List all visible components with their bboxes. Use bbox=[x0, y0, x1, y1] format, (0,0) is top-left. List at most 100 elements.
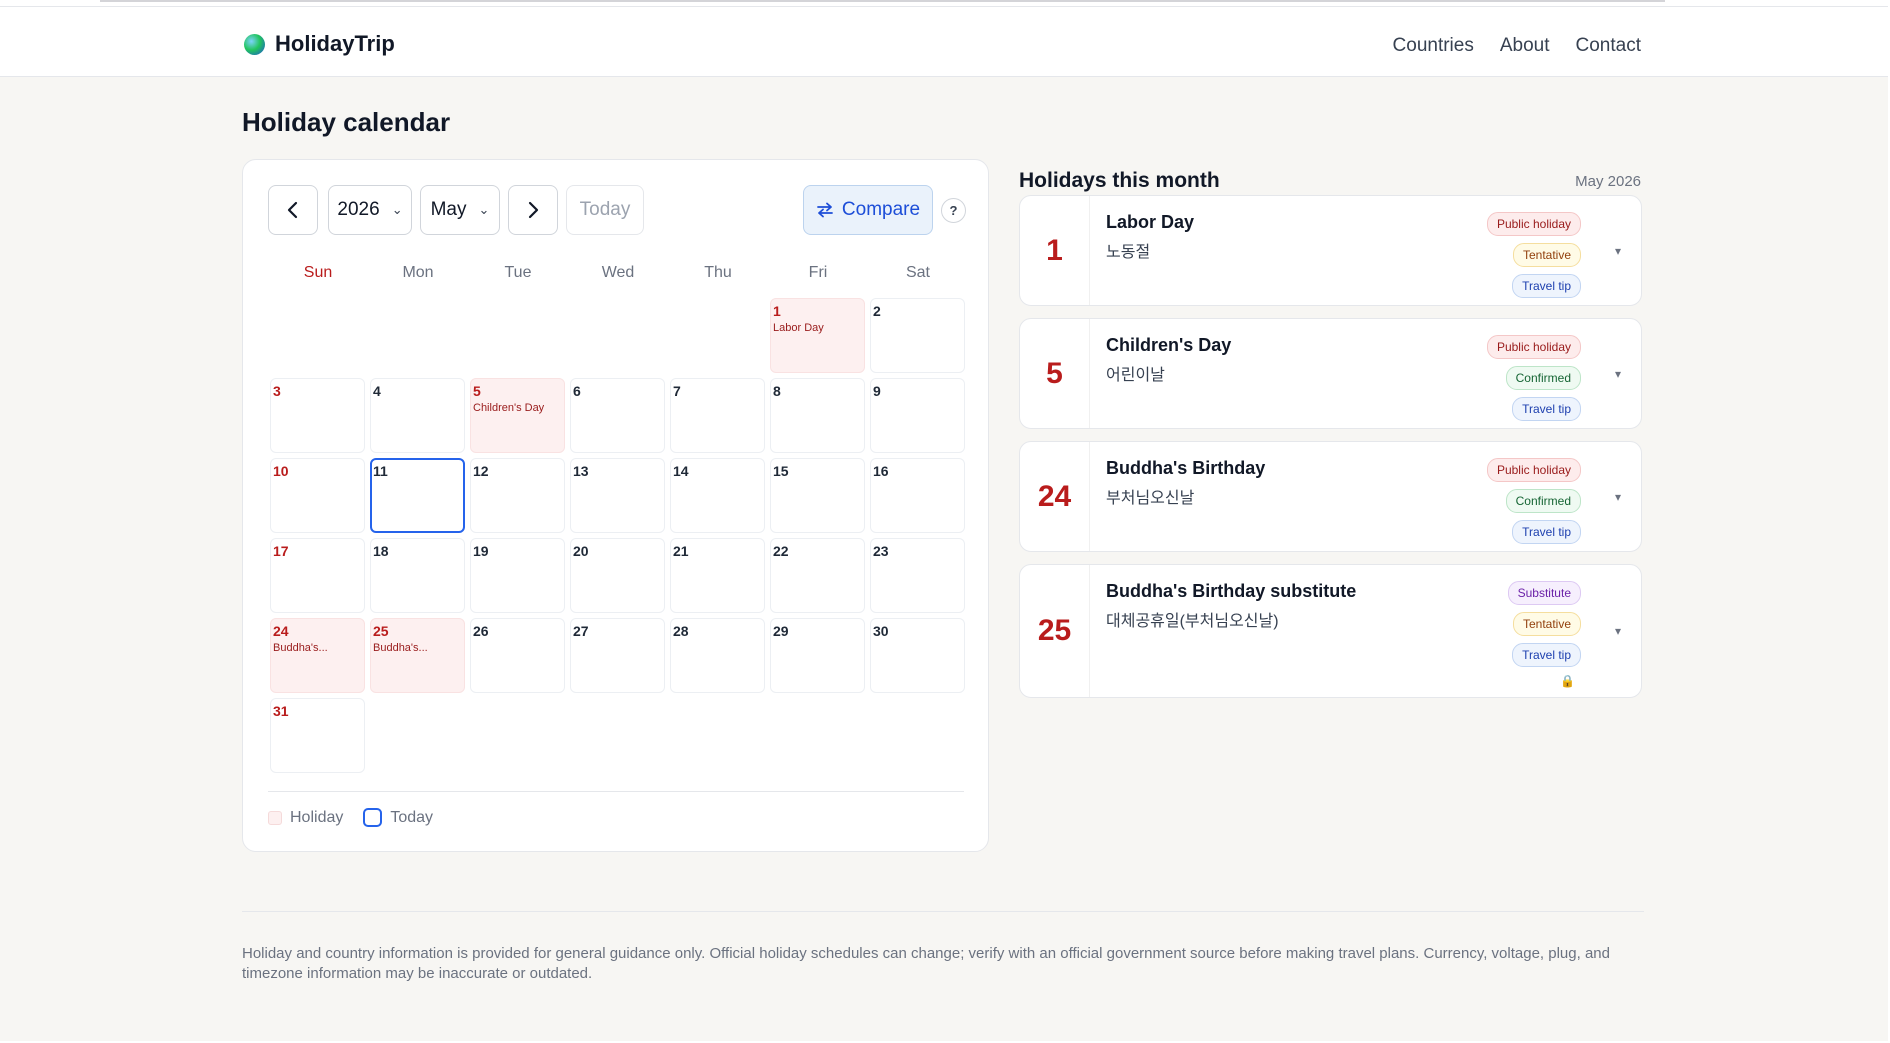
day-number: 11 bbox=[373, 463, 388, 479]
day-cell[interactable]: 12 bbox=[468, 456, 568, 536]
holiday-tags: Substitute Tentative Travel tip 🔒 bbox=[1507, 581, 1581, 688]
brand-name: HolidayTrip bbox=[275, 31, 395, 56]
compare-button[interactable]: Compare bbox=[803, 185, 933, 235]
empty-cell bbox=[268, 296, 368, 376]
page-title: Holiday calendar bbox=[242, 107, 451, 137]
legend-divider bbox=[268, 791, 964, 792]
day-cell[interactable]: 28 bbox=[668, 616, 768, 696]
caret-down-icon[interactable]: ▾ bbox=[1615, 490, 1621, 504]
holiday-day: 24 bbox=[1020, 442, 1090, 551]
holiday-name: Buddha's Birthday substitute bbox=[1106, 581, 1357, 601]
nav-contact[interactable]: Contact bbox=[1576, 35, 1641, 57]
day-cell[interactable]: 30 bbox=[868, 616, 968, 696]
day-cell[interactable]: 27 bbox=[568, 616, 668, 696]
day-cell[interactable]: 31 bbox=[268, 696, 368, 776]
weekday-sun: Sun bbox=[303, 264, 333, 281]
day-cell[interactable]: 9 bbox=[868, 376, 968, 456]
day-cell-box bbox=[370, 378, 465, 453]
next-month-button[interactable] bbox=[508, 185, 558, 235]
lock-icon: 🔒 bbox=[1560, 674, 1575, 688]
caret-down-icon[interactable]: ▾ bbox=[1615, 244, 1621, 258]
day-cell[interactable]: 24 Buddha's... bbox=[268, 616, 368, 696]
weekday-tue: Tue bbox=[504, 264, 532, 281]
day-cell[interactable]: 20 bbox=[568, 536, 668, 616]
holiday-local-name: 대체공휴일(부처님오신날) bbox=[1106, 613, 1279, 630]
day-cell-box bbox=[270, 378, 365, 453]
day-cell[interactable]: 16 bbox=[868, 456, 968, 536]
day-number: 25 bbox=[373, 623, 389, 639]
top-border-line bbox=[100, 0, 1665, 2]
day-cell[interactable]: 14 bbox=[668, 456, 768, 536]
day-cell[interactable]: 2 bbox=[868, 296, 968, 376]
day-cell[interactable]: 5 Children's Day bbox=[468, 376, 568, 456]
day-cell[interactable]: 18 bbox=[368, 536, 468, 616]
day-cell-box bbox=[870, 298, 965, 373]
prev-month-button[interactable] bbox=[268, 185, 318, 235]
brand-logo[interactable]: HolidayTrip bbox=[244, 31, 395, 57]
day-number: 5 bbox=[473, 383, 481, 399]
month-select[interactable]: May ⌄ bbox=[420, 185, 500, 235]
holiday-card[interactable]: 5 Children's Day 어린이날 Public holiday Confirm… bbox=[1019, 318, 1642, 429]
weekday-sat: Sat bbox=[905, 264, 930, 281]
holiday-card[interactable]: 25 Buddha's Birthday substitute 대체공휴일(부처님오… bbox=[1019, 564, 1642, 698]
holiday-list-title: Holidays this month bbox=[1019, 169, 1220, 192]
day-cell[interactable]: 11 bbox=[368, 456, 468, 536]
calendar-grid: 1 Labor Day 2 3 4 5 Children's Day 6 7 8 9 10 11 12 13… bbox=[268, 296, 968, 776]
holiday-card[interactable]: 1 Labor Day 노동절 Public holiday Tentative Trav… bbox=[1019, 195, 1642, 306]
day-cell[interactable]: 8 bbox=[768, 376, 868, 456]
holiday-tag-tip: Travel tip bbox=[1512, 274, 1581, 298]
day-number: 29 bbox=[773, 623, 789, 639]
calendar-toolbar: 2026 ⌄ May ⌄ Today Compare ? bbox=[268, 185, 966, 235]
holiday-card[interactable]: 24 Buddha's Birthday 부처님오신날 Public holiday C… bbox=[1019, 441, 1642, 552]
caret-down-icon[interactable]: ▾ bbox=[1615, 624, 1621, 638]
day-cell[interactable]: 10 bbox=[268, 456, 368, 536]
holiday-tag-tentative: Tentative bbox=[1512, 612, 1581, 636]
day-cell[interactable]: 4 bbox=[368, 376, 468, 456]
day-cell[interactable]: 29 bbox=[768, 616, 868, 696]
chevron-down-icon: ⌄ bbox=[478, 202, 490, 217]
empty-cell bbox=[368, 296, 468, 376]
day-cell[interactable]: 6 bbox=[568, 376, 668, 456]
holiday-tag-public: Public holiday bbox=[1486, 335, 1581, 359]
holiday-tag-tip: Travel tip bbox=[1512, 643, 1581, 667]
day-number: 31 bbox=[273, 703, 289, 719]
day-number: 13 bbox=[573, 463, 589, 479]
day-number: 12 bbox=[473, 463, 489, 479]
day-cell[interactable]: 1 Labor Day bbox=[768, 296, 868, 376]
day-cell-box bbox=[670, 378, 765, 453]
caret-down-icon[interactable]: ▾ bbox=[1615, 367, 1621, 381]
day-number: 10 bbox=[273, 463, 289, 479]
day-cell[interactable]: 23 bbox=[868, 536, 968, 616]
year-select[interactable]: 2026 ⌄ bbox=[328, 185, 412, 235]
day-cell[interactable]: 15 bbox=[768, 456, 868, 536]
holiday-list-month: May 2026 bbox=[1575, 173, 1641, 190]
day-number: 28 bbox=[673, 623, 689, 639]
holiday-name: Labor Day bbox=[1106, 212, 1195, 232]
day-cell[interactable]: 25 Buddha's... bbox=[368, 616, 468, 696]
weekday-fri: Fri bbox=[808, 264, 828, 281]
day-cell-box bbox=[470, 378, 565, 453]
weekday-wed: Wed bbox=[601, 264, 635, 281]
day-cell[interactable]: 21 bbox=[668, 536, 768, 616]
holiday-day: 25 bbox=[1020, 565, 1090, 697]
today-button[interactable]: Today bbox=[566, 185, 644, 235]
day-cell[interactable]: 26 bbox=[468, 616, 568, 696]
nav-countries[interactable]: Countries bbox=[1393, 35, 1474, 57]
day-number: 17 bbox=[273, 543, 289, 559]
day-cell[interactable]: 3 bbox=[268, 376, 368, 456]
help-button[interactable]: ? bbox=[941, 198, 966, 223]
day-cell[interactable]: 13 bbox=[568, 456, 668, 536]
footer-disclaimer: Holiday and country information is provi… bbox=[242, 945, 1610, 982]
day-cell[interactable]: 17 bbox=[268, 536, 368, 616]
day-cell[interactable]: 7 bbox=[668, 376, 768, 456]
holiday-tags: Public holiday Tentative Travel tip bbox=[1486, 212, 1581, 298]
holiday-tags: Public holiday Confirmed Travel tip bbox=[1486, 458, 1581, 544]
swap-arrows-icon bbox=[817, 202, 833, 218]
nav-about[interactable]: About bbox=[1500, 35, 1550, 57]
day-cell-box bbox=[770, 378, 865, 453]
compare-label: Compare bbox=[841, 199, 921, 220]
day-cell[interactable]: 22 bbox=[768, 536, 868, 616]
chevron-right-icon bbox=[528, 201, 539, 219]
day-number: 7 bbox=[673, 383, 681, 399]
day-cell[interactable]: 19 bbox=[468, 536, 568, 616]
